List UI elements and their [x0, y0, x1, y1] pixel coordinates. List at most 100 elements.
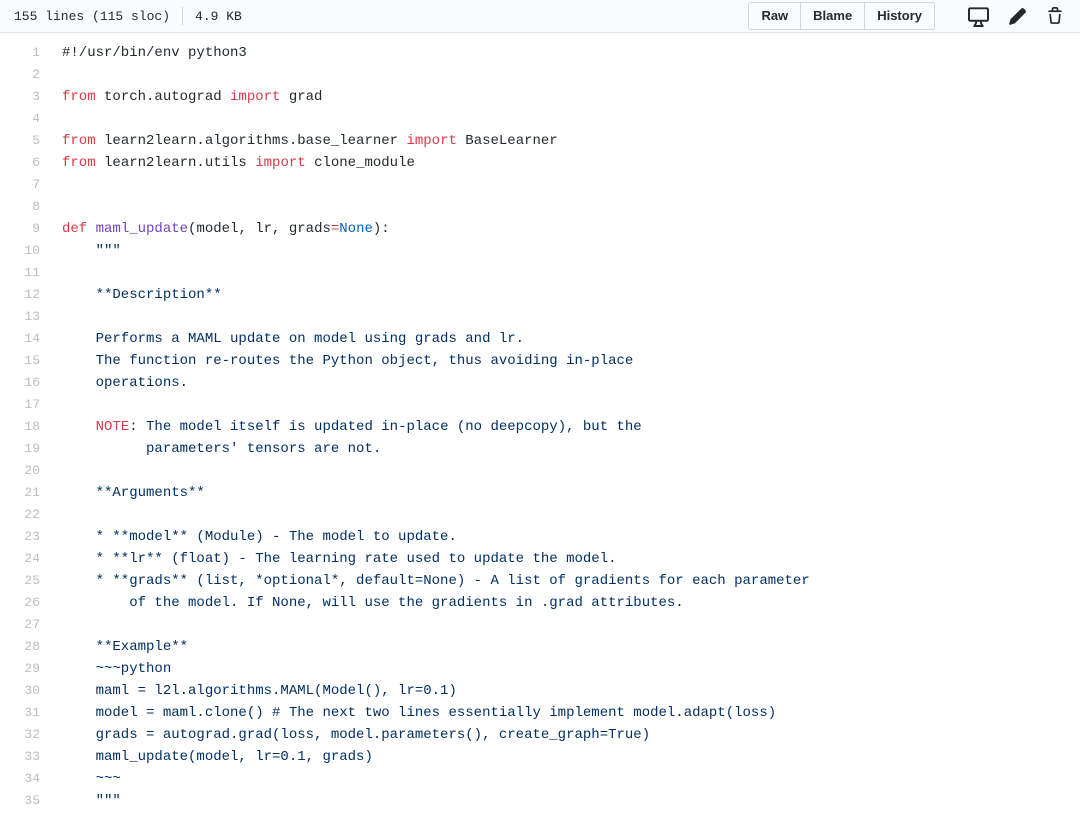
line-number[interactable]: 28	[0, 636, 40, 658]
code-line: 20	[0, 460, 1080, 482]
code-line-content: NOTE: The model itself is updated in-pla…	[40, 416, 642, 438]
code-line: 33 maml_update(model, lr=0.1, grads)	[0, 746, 1080, 768]
code-line: 18 NOTE: The model itself is updated in-…	[0, 416, 1080, 438]
code-line: 4	[0, 108, 1080, 130]
line-number[interactable]: 17	[0, 394, 40, 416]
code-line-content	[40, 174, 62, 196]
line-number[interactable]: 2	[0, 64, 40, 86]
code-line: 34 ~~~	[0, 768, 1080, 790]
line-number[interactable]: 8	[0, 196, 40, 218]
code-line-content: #!/usr/bin/env python3	[40, 42, 247, 64]
file-size: 4.9 KB	[195, 9, 242, 24]
line-number[interactable]: 16	[0, 372, 40, 394]
code-line: 16 operations.	[0, 372, 1080, 394]
line-number[interactable]: 29	[0, 658, 40, 680]
edit-file-button[interactable]	[1008, 7, 1027, 26]
code-line: 12 **Description**	[0, 284, 1080, 306]
code-line: 15 The function re-routes the Python obj…	[0, 350, 1080, 372]
line-number[interactable]: 1	[0, 42, 40, 64]
code-line: 2	[0, 64, 1080, 86]
code-line-content: operations.	[40, 372, 188, 394]
code-line: 22	[0, 504, 1080, 526]
line-number[interactable]: 7	[0, 174, 40, 196]
line-number[interactable]: 3	[0, 86, 40, 108]
code-line-content: grads = autograd.grad(loss, model.parame…	[40, 724, 650, 746]
code-line-content: from learn2learn.algorithms.base_learner…	[40, 130, 558, 152]
line-number[interactable]: 21	[0, 482, 40, 504]
code-line: 21 **Arguments**	[0, 482, 1080, 504]
line-number[interactable]: 13	[0, 306, 40, 328]
code-line-content	[40, 504, 62, 526]
delete-file-button[interactable]	[1046, 7, 1064, 25]
code-line-content: maml = l2l.algorithms.MAML(Model(), lr=0…	[40, 680, 457, 702]
code-line-content	[40, 460, 62, 482]
device-desktop-icon	[968, 6, 989, 27]
code-line: 11	[0, 262, 1080, 284]
code-line: 23 * **model** (Module) - The model to u…	[0, 526, 1080, 548]
line-number[interactable]: 35	[0, 790, 40, 812]
code-line-content: Performs a MAML update on model using gr…	[40, 328, 524, 350]
code-line-content: **Example**	[40, 636, 188, 658]
file-lines-info: 155 lines (115 sloc)	[14, 9, 170, 24]
code-line: 31 model = maml.clone() # The next two l…	[0, 702, 1080, 724]
code-line: 30 maml = l2l.algorithms.MAML(Model(), l…	[0, 680, 1080, 702]
file-info: 155 lines (115 sloc) 4.9 KB	[14, 7, 242, 25]
line-number[interactable]: 32	[0, 724, 40, 746]
open-in-desktop-button[interactable]	[968, 6, 989, 27]
line-number[interactable]: 23	[0, 526, 40, 548]
line-number[interactable]: 22	[0, 504, 40, 526]
code-line-content: **Arguments**	[40, 482, 205, 504]
file-actions: Raw Blame History	[748, 2, 1064, 30]
code-line: 25 * **grads** (list, *optional*, defaul…	[0, 570, 1080, 592]
line-number[interactable]: 10	[0, 240, 40, 262]
code-line-content: from learn2learn.utils import clone_modu…	[40, 152, 415, 174]
code-line: 28 **Example**	[0, 636, 1080, 658]
code-line: 27	[0, 614, 1080, 636]
code-line-content: **Description**	[40, 284, 222, 306]
code-line: 24 * **lr** (float) - The learning rate …	[0, 548, 1080, 570]
line-number[interactable]: 20	[0, 460, 40, 482]
file-header: 155 lines (115 sloc) 4.9 KB Raw Blame Hi…	[0, 0, 1080, 33]
code-line-content: The function re-routes the Python object…	[40, 350, 633, 372]
code-line: 19 parameters' tensors are not.	[0, 438, 1080, 460]
trash-icon	[1046, 7, 1064, 25]
code-line-content: of the model. If None, will use the grad…	[40, 592, 684, 614]
blame-button[interactable]: Blame	[800, 2, 865, 30]
code-line-content	[40, 306, 62, 328]
line-number[interactable]: 26	[0, 592, 40, 614]
line-number[interactable]: 4	[0, 108, 40, 130]
code-line-content: model = maml.clone() # The next two line…	[40, 702, 776, 724]
line-number[interactable]: 31	[0, 702, 40, 724]
line-number[interactable]: 25	[0, 570, 40, 592]
code-line-content: from torch.autograd import grad	[40, 86, 322, 108]
code-line-content	[40, 64, 62, 86]
line-number[interactable]: 19	[0, 438, 40, 460]
line-number[interactable]: 18	[0, 416, 40, 438]
code-line: 14 Performs a MAML update on model using…	[0, 328, 1080, 350]
code-line: 7	[0, 174, 1080, 196]
code-line-content: * **lr** (float) - The learning rate use…	[40, 548, 617, 570]
line-number[interactable]: 11	[0, 262, 40, 284]
line-number[interactable]: 24	[0, 548, 40, 570]
code-line-content: ~~~	[40, 768, 121, 790]
line-number[interactable]: 12	[0, 284, 40, 306]
code-line: 9def maml_update(model, lr, grads=None):	[0, 218, 1080, 240]
line-number[interactable]: 27	[0, 614, 40, 636]
line-number[interactable]: 34	[0, 768, 40, 790]
history-button[interactable]: History	[864, 2, 935, 30]
line-number[interactable]: 6	[0, 152, 40, 174]
line-number[interactable]: 14	[0, 328, 40, 350]
line-number[interactable]: 9	[0, 218, 40, 240]
code-line-content: """	[40, 240, 121, 262]
line-number[interactable]: 33	[0, 746, 40, 768]
code-line-content: * **model** (Module) - The model to upda…	[40, 526, 457, 548]
line-number[interactable]: 5	[0, 130, 40, 152]
raw-button[interactable]: Raw	[748, 2, 801, 30]
line-number[interactable]: 30	[0, 680, 40, 702]
code-line-content: """	[40, 790, 121, 812]
code-line-content	[40, 262, 62, 284]
code-line: 35 """	[0, 790, 1080, 812]
code-line: 1#!/usr/bin/env python3	[0, 42, 1080, 64]
line-number[interactable]: 15	[0, 350, 40, 372]
code-line-content: maml_update(model, lr=0.1, grads)	[40, 746, 373, 768]
